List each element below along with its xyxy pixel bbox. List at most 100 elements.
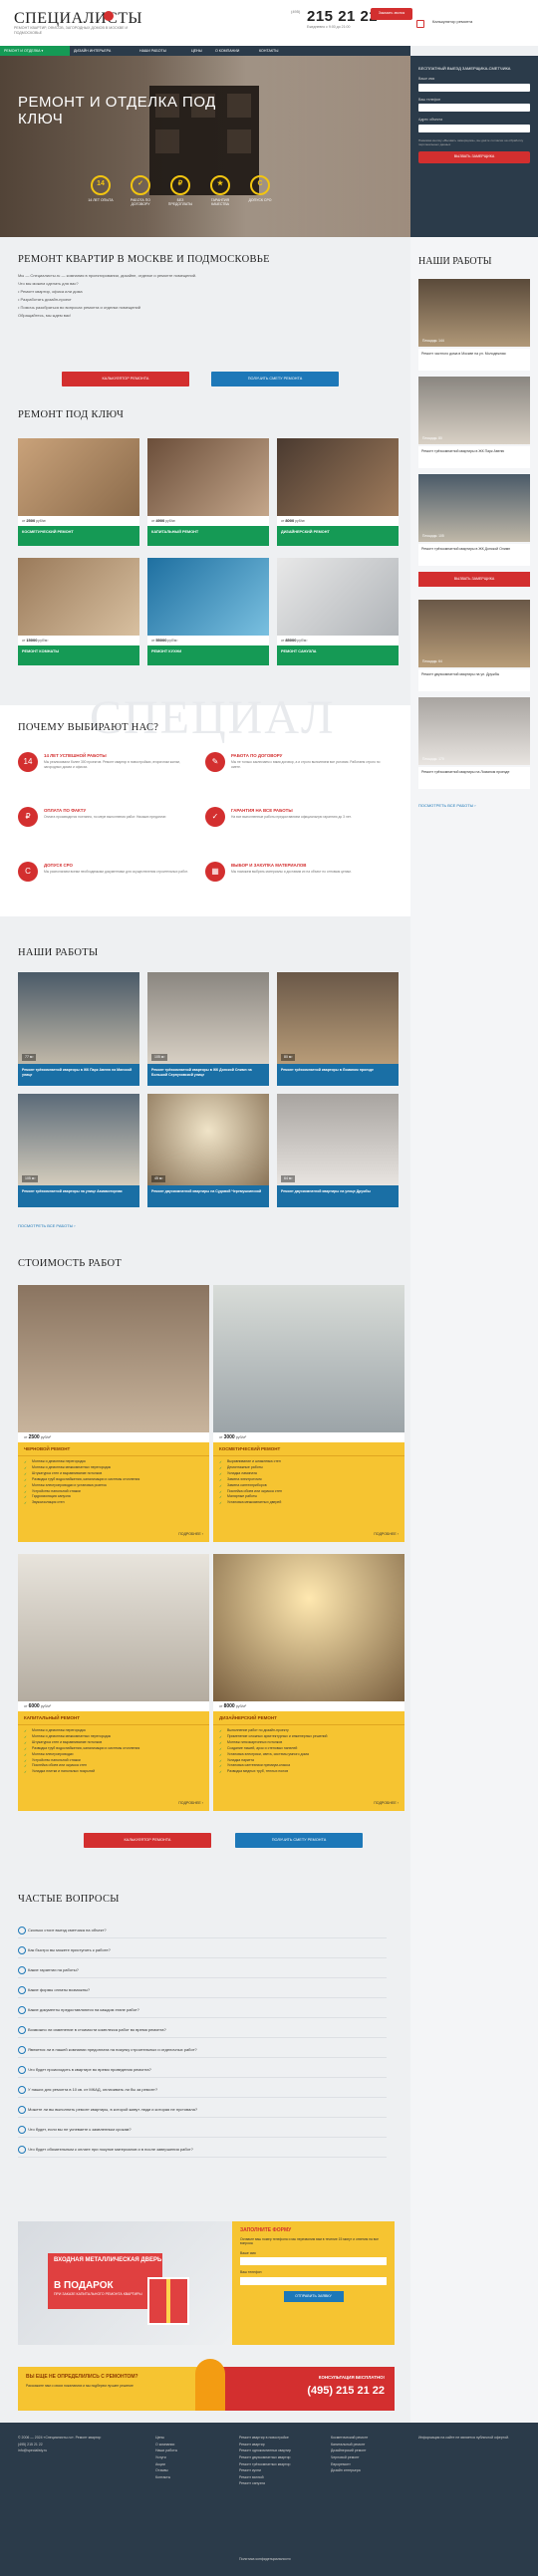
- turnkey-card[interactable]: от 55000 руб/м² Ремонт кухни: [147, 558, 269, 665]
- footer-link[interactable]: Ремонт кухни: [239, 2467, 291, 2474]
- footer-link[interactable]: Ремонт однокомнатных квартир: [239, 2447, 291, 2454]
- faq-question[interactable]: Что будет, если вы не успеваете к заявле…: [18, 2122, 387, 2138]
- nav-item-design[interactable]: Дизайн интерьера: [70, 46, 115, 56]
- nav-item-about[interactable]: О компании: [211, 46, 243, 56]
- promo-block: Входная металлическая дверь в подарок пр…: [18, 2221, 395, 2345]
- submit-button[interactable]: Отправить заявку: [283, 2290, 344, 2302]
- footer-link[interactable]: Дизайн интерьера: [331, 2467, 368, 2474]
- work-card[interactable]: 105 м² Ремонт трёхкомнатной квартиры в Ж…: [147, 972, 269, 1086]
- privacy-link[interactable]: Политика конфиденциальности: [239, 2556, 291, 2563]
- footer-link[interactable]: Черновой ремонт: [331, 2454, 368, 2461]
- hero-banner: Ремонт и отделка под ключ 14 14 лет опыта…: [0, 56, 410, 237]
- turnkey-card[interactable]: от 4900 руб/м² Капитальный ремонт: [147, 438, 269, 546]
- footer-link[interactable]: Ремонт ванной: [239, 2474, 291, 2481]
- estimate-button[interactable]: Получить смету ремонта: [235, 1833, 363, 1848]
- more-link[interactable]: Подробнее ›: [374, 1801, 399, 1806]
- faq-question[interactable]: Как быстро вы можете приступить к работе…: [18, 1942, 387, 1958]
- turnkey-card[interactable]: от 8000 руб/м² Дизайнерский ремонт: [277, 438, 399, 546]
- intro-p3: Обращайтесь, мы ждем вас!: [18, 313, 72, 318]
- work-card[interactable]: 105 м² Ремонт трёхкомнатной квартиры на …: [18, 1094, 139, 1207]
- footer-link[interactable]: Евроремонт: [331, 2461, 368, 2468]
- work-card[interactable]: 64 м² Ремонт двухкомнатной квартиры на у…: [277, 1094, 399, 1207]
- calculator-button[interactable]: Калькулятор ремонта: [84, 1833, 211, 1848]
- price-card: от 2500 руб/м² Черновой ремонт Монтаж и …: [18, 1285, 209, 1542]
- card-label: Ремонт комнаты: [18, 645, 139, 665]
- name-label: Ваше имя: [418, 77, 435, 82]
- footer-link[interactable]: Ремонт двухкомнатных квартир: [239, 2454, 291, 2461]
- name-field[interactable]: [418, 83, 530, 92]
- header-phone[interactable]: 215 21 22: [307, 7, 378, 27]
- sidebar-work[interactable]: Площадь: 144 Ремонт частного дома в Моск…: [418, 279, 530, 373]
- sidebar-work[interactable]: Площадь: 80 Ремонт трёхкомнатной квартир…: [418, 377, 530, 470]
- ruble-icon: ₽: [170, 175, 190, 195]
- faq-question[interactable]: Можете ли вы выполнить ремонт квартиры, …: [18, 2102, 387, 2118]
- card-photo: [147, 438, 269, 516]
- work-card[interactable]: 80 м² Ремонт трёхкомнатной квартиры в Ло…: [277, 972, 399, 1086]
- promo-phone-field[interactable]: [240, 2276, 387, 2285]
- phone-field[interactable]: [418, 104, 530, 113]
- faq-question[interactable]: Возможно ли изменение в стоимости компле…: [18, 2022, 387, 2038]
- footer-link[interactable]: О компании: [155, 2442, 177, 2448]
- more-link[interactable]: Подробнее ›: [374, 1532, 399, 1537]
- footer-link[interactable]: Отзывы: [155, 2467, 177, 2474]
- work-card[interactable]: 45 м² Ремонт двухкомнатной квартиры на С…: [147, 1094, 269, 1207]
- footer-link[interactable]: Ремонт квартир: [239, 2442, 291, 2448]
- all-works-link[interactable]: Посмотреть все работы ›: [18, 1223, 76, 1228]
- faq-question[interactable]: Является ли в нашей компании предоплата …: [18, 2042, 387, 2058]
- faq-question[interactable]: Какие формы оплаты возможны?: [18, 1982, 387, 1998]
- footer-link[interactable]: Косметический ремонт: [331, 2435, 368, 2442]
- faq-question[interactable]: Что будет происходить в квартире во врем…: [18, 2062, 387, 2078]
- call-measurer-button[interactable]: Вызвать замерщика: [418, 150, 530, 163]
- turnkey-card[interactable]: от 2500 руб/м² Косметический ремонт: [18, 438, 139, 546]
- why-item: ✎ Работа по договору Мы не только заключ…: [205, 752, 385, 788]
- faq-question[interactable]: У наших для ремонта в 10 кв. ит МКАД, оп…: [18, 2082, 387, 2098]
- footer-link[interactable]: Наши работы: [155, 2447, 177, 2454]
- work-hours: Ежедневно с 9:00 до 21:00: [307, 25, 351, 29]
- footer-link[interactable]: Контакты: [155, 2474, 177, 2481]
- footer-link[interactable]: Услуги: [155, 2454, 177, 2461]
- bullet-2: • Разработать дизайн-проект: [18, 297, 72, 302]
- nav-item-prices[interactable]: Цены: [187, 46, 206, 56]
- sidebar-all-works-link[interactable]: Посмотреть все работы ›: [418, 803, 476, 808]
- footer-phone[interactable]: (495) 215 21 22: [18, 2442, 137, 2448]
- sidebar-work[interactable]: Площадь: 105 Ремонт трёхкомнатной кварти…: [418, 474, 530, 568]
- faq-question[interactable]: Какие гарантии на работы?: [18, 1962, 387, 1978]
- footer-link[interactable]: Ремонт санузла: [239, 2480, 291, 2487]
- promo-name-field[interactable]: [240, 2257, 387, 2266]
- footer-link[interactable]: Акции: [155, 2461, 177, 2468]
- work-card[interactable]: 77 м² Ремонт трёхкомнатной квартиры в ЖК…: [18, 972, 139, 1086]
- sidebar-work[interactable]: Площадь: 170 Ремонт трёхкомнатной кварти…: [418, 697, 530, 791]
- estimate-button[interactable]: Получить смету ремонта: [211, 372, 339, 386]
- calculator-button[interactable]: Калькулятор ремонта: [62, 372, 189, 386]
- gift-icon: [147, 2277, 189, 2325]
- footer-link[interactable]: Дизайнерский ремонт: [331, 2447, 368, 2454]
- more-link[interactable]: Подробнее ›: [178, 1801, 203, 1806]
- footer-link[interactable]: Капитальный ремонт: [331, 2442, 368, 2448]
- why-item: ₽ Оплата по факту Оплата производится по…: [18, 807, 197, 843]
- turnkey-card[interactable]: от 15000 руб/м² Ремонт комнаты: [18, 558, 139, 665]
- faq-question[interactable]: Сколько стоит выезд сметчика на объект?: [18, 1923, 387, 1938]
- sidebar-work[interactable]: Площадь: 64 Ремонт двухкомнатной квартир…: [418, 600, 530, 693]
- nav-item-contacts[interactable]: Контакты: [255, 46, 282, 56]
- turnkey-card[interactable]: от 85000 руб/м² Ремонт санузла: [277, 558, 399, 665]
- address-field[interactable]: [418, 124, 530, 132]
- callback-button[interactable]: Заказать звонок: [371, 8, 412, 20]
- faq-question[interactable]: Что будет обязательным к оплате при поку…: [18, 2142, 387, 2158]
- footer-email[interactable]: info@specialisty.ru: [18, 2447, 137, 2454]
- more-link[interactable]: Подробнее ›: [178, 1532, 203, 1537]
- faq-question[interactable]: Какие документы предоставляются на каждо…: [18, 2002, 387, 2018]
- nav-item-works[interactable]: Наши работы: [135, 46, 170, 56]
- footer-link[interactable]: Цены: [155, 2435, 177, 2442]
- footer-link[interactable]: Ремонт квартир в новостройке: [239, 2435, 291, 2442]
- footer-link[interactable]: Ремонт трёхкомнатных квартир: [239, 2461, 291, 2468]
- sidebar-call-button[interactable]: Вызвать замерщика: [418, 572, 530, 587]
- faq-title: Частые вопросы: [18, 1894, 120, 1905]
- consult-phone[interactable]: (495) 215 21 22: [219, 2384, 385, 2398]
- nav-item-repair[interactable]: Ремонт и отделка ▾: [0, 46, 70, 56]
- card-label: Капитальный ремонт: [147, 526, 269, 546]
- main-nav: Ремонт и отделка ▾ Дизайн интерьера Наши…: [0, 46, 410, 56]
- experience-icon: 14: [91, 175, 111, 195]
- phone-code: (495): [291, 9, 301, 14]
- sidebar-works-title: Наши работы: [418, 256, 492, 267]
- calculator-link[interactable]: Калькулятор ремонта: [420, 19, 500, 24]
